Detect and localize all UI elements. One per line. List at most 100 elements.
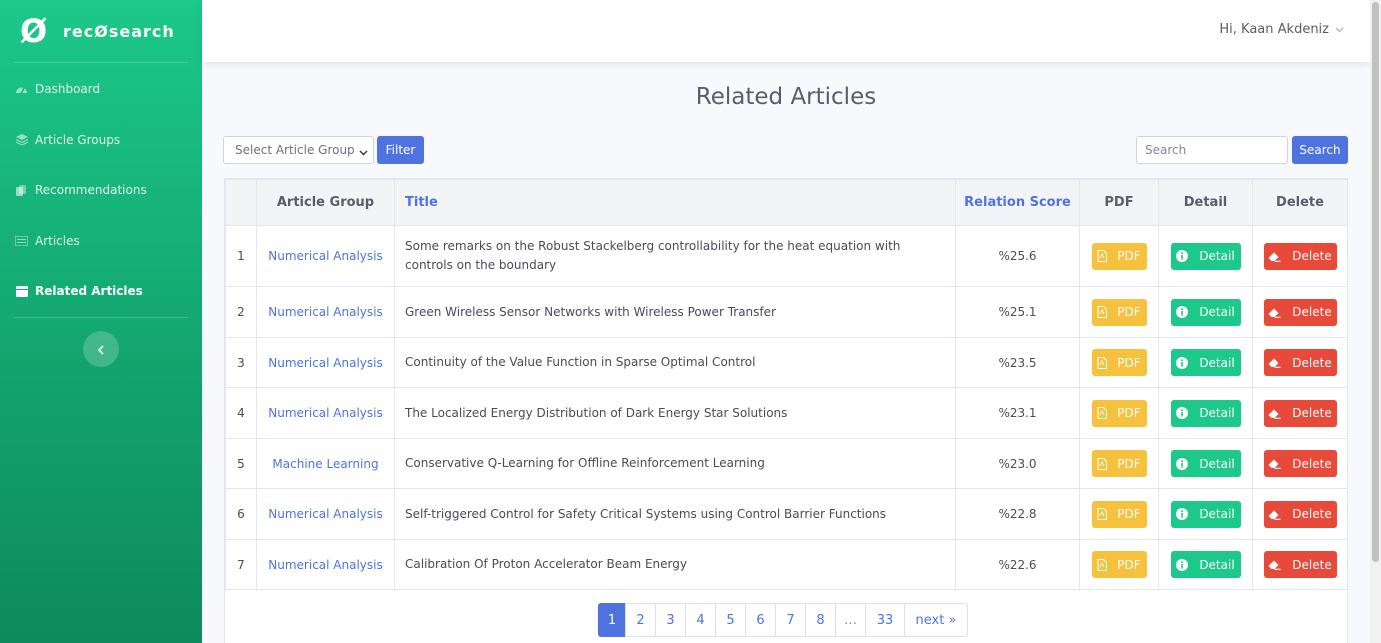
user-menu[interactable]: Hi, Kaan Akdeniz (1219, 22, 1344, 37)
pdf-button-label: PDF (1117, 406, 1141, 420)
sidebar-item-label: Recommendations (35, 183, 147, 198)
eraser-icon (1268, 307, 1286, 318)
pdf-button-label: PDF (1117, 557, 1141, 572)
row-relation-score: %23.5 (955, 337, 1080, 388)
delete-button[interactable]: Delete (1263, 349, 1337, 376)
detail-button-label: Detail (1199, 507, 1235, 521)
row-article-group-link[interactable]: Numerical Analysis (256, 225, 395, 287)
detail-button[interactable]: Detail (1170, 242, 1241, 270)
related-articles-table: Article Group Title Relation Score PDF D… (224, 178, 1348, 643)
search-button[interactable]: Search (1292, 136, 1348, 164)
row-article-group-link[interactable]: Numerical Analysis (256, 539, 395, 590)
pdf-button-label: PDF (1117, 355, 1141, 370)
header-relation-score[interactable]: Relation Score (955, 179, 1080, 226)
detail-button-label: Detail (1199, 355, 1235, 370)
article-group-select[interactable]: Select Article Group (223, 136, 374, 164)
delete-button-label: Delete (1292, 557, 1332, 572)
pagination-page[interactable]: 2 (625, 603, 656, 637)
pagination-page[interactable]: 33 (865, 603, 905, 637)
pagination-ellipsis: … (835, 603, 866, 637)
copy-icon (15, 184, 28, 196)
table-header-row: Article Group Title Relation Score PDF D… (225, 179, 1348, 226)
delete-button[interactable]: Delete (1263, 551, 1337, 578)
pdf-button[interactable]: PDF (1091, 242, 1147, 270)
pdf-button[interactable]: PDF (1091, 349, 1147, 376)
header-title[interactable]: Title (394, 179, 956, 226)
row-index: 5 (225, 438, 257, 489)
sidebar-item-articles[interactable]: Articles (0, 216, 202, 267)
chevron-down-icon (1335, 22, 1344, 37)
pagination-next[interactable]: next » (904, 603, 968, 637)
detail-button[interactable]: Detail (1170, 500, 1241, 528)
topbar: Hi, Kaan Akdeniz (202, 0, 1370, 62)
pagination-page[interactable]: 1 (598, 603, 626, 637)
row-article-group-link[interactable]: Machine Learning (256, 438, 395, 489)
search-input[interactable]: Search (1136, 136, 1288, 164)
header-detail: Detail (1158, 179, 1253, 226)
eraser-icon (1268, 458, 1286, 469)
sidebar-item-recommendations[interactable]: Recommendations (0, 165, 202, 216)
delete-button[interactable]: Delete (1263, 500, 1337, 528)
detail-button[interactable]: Detail (1170, 551, 1241, 578)
detail-button[interactable]: Detail (1170, 399, 1241, 427)
pagination-page[interactable]: 4 (685, 603, 716, 637)
row-index: 6 (225, 488, 257, 540)
pdf-button[interactable]: PDF (1091, 500, 1147, 528)
header-pdf: PDF (1079, 179, 1159, 226)
row-title: Calibration Of Proton Accelerator Beam E… (394, 539, 956, 590)
pagination: 1 2 3 4 5 6 7 8… 33 next » (598, 603, 968, 637)
delete-button[interactable]: Delete (1263, 450, 1337, 477)
delete-button[interactable]: Delete (1263, 298, 1337, 326)
file-pdf-icon (1097, 306, 1112, 318)
sidebar-item-article-groups[interactable]: Article Groups (0, 115, 202, 166)
sidebar-item-label: Article Groups (35, 132, 121, 147)
file-pdf-icon (1097, 356, 1112, 369)
info-icon (1176, 508, 1193, 520)
row-article-group-link[interactable]: Numerical Analysis (256, 488, 395, 540)
list-icon (15, 235, 28, 246)
detail-button[interactable]: Detail (1170, 450, 1241, 477)
row-relation-score: %23.0 (955, 438, 1080, 489)
row-article-group-link[interactable]: Numerical Analysis (256, 286, 395, 338)
pagination-page[interactable]: 3 (655, 603, 686, 637)
pagination-page[interactable]: 7 (775, 603, 806, 637)
pagination-page[interactable]: 8 (805, 603, 836, 637)
row-relation-score: %23.1 (955, 387, 1080, 439)
sidebar-item-related-articles[interactable]: Related Articles (0, 266, 202, 317)
pagination-page[interactable]: 5 (715, 603, 746, 637)
sidebar-item-dashboard[interactable]: Dashboard (0, 64, 202, 115)
scrollbar[interactable] (1370, 0, 1381, 643)
pdf-button-label: PDF (1117, 456, 1141, 471)
detail-button[interactable]: Detail (1170, 298, 1241, 326)
pdf-button[interactable]: PDF (1091, 450, 1147, 477)
delete-button-label: Delete (1292, 456, 1332, 471)
pdf-button[interactable]: PDF (1091, 298, 1147, 326)
pagination-page[interactable]: 6 (745, 603, 776, 637)
delete-button[interactable]: Delete (1263, 399, 1337, 427)
row-article-group-link[interactable]: Numerical Analysis (256, 387, 395, 439)
row-relation-score: %22.8 (955, 488, 1080, 540)
delete-button-label: Delete (1292, 249, 1332, 263)
row-title: Conservative Q-Learning for Offline Rein… (394, 438, 956, 489)
row-index: 4 (225, 387, 257, 439)
pdf-button[interactable]: PDF (1091, 551, 1147, 578)
detail-button[interactable]: Detail (1170, 349, 1241, 376)
article-group-select-value: Select Article Group (235, 143, 355, 157)
sidebar-item-label: Articles (35, 233, 80, 248)
eraser-icon (1268, 408, 1286, 419)
detail-button-label: Detail (1199, 456, 1235, 471)
file-pdf-icon (1097, 508, 1112, 520)
table-row: 3 Numerical Analysis Continuity of the Val… (225, 337, 1348, 388)
sidebar-toggle-button[interactable] (83, 331, 119, 367)
brand[interactable]: Ø recØsearch (0, 0, 202, 62)
eraser-icon (1268, 357, 1286, 368)
scrollbar-thumb[interactable] (1372, 2, 1379, 562)
delete-button[interactable]: Delete (1263, 242, 1337, 270)
pdf-button[interactable]: PDF (1091, 399, 1147, 427)
table-row: 5 Machine Learning Conservative Q-Learning… (225, 438, 1348, 489)
delete-button-label: Delete (1292, 355, 1332, 370)
eraser-icon (1268, 559, 1286, 570)
file-pdf-icon (1097, 407, 1112, 419)
filter-button[interactable]: Filter (377, 136, 424, 164)
row-article-group-link[interactable]: Numerical Analysis (256, 337, 395, 388)
